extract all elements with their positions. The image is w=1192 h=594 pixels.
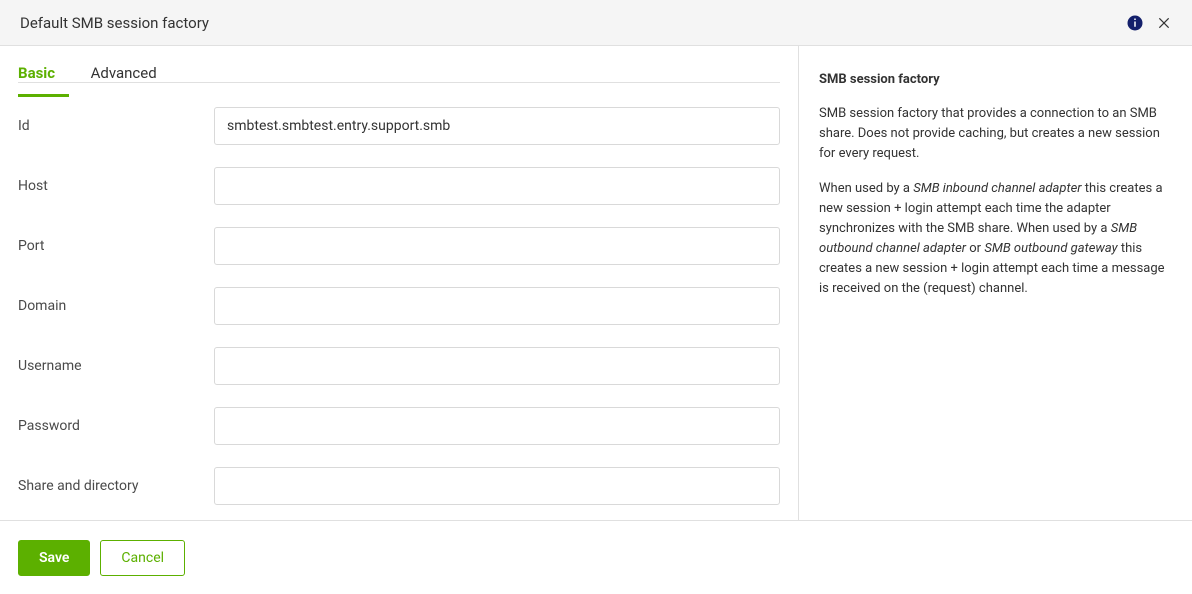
tabs: Basic Advanced — [18, 46, 780, 83]
field-row-host: Host — [18, 167, 780, 205]
dialog-title: Default SMB session factory — [20, 14, 209, 32]
close-icon[interactable] — [1156, 15, 1172, 31]
help-panel: SMB session factory SMB session factory … — [799, 46, 1192, 520]
dialog-header: Default SMB session factory — [0, 0, 1192, 46]
input-username[interactable] — [214, 347, 780, 385]
input-password[interactable] — [214, 407, 780, 445]
form-basic: Id Host Port Domain Username Password — [0, 83, 798, 535]
input-share[interactable] — [214, 467, 780, 505]
save-button[interactable]: Save — [18, 540, 90, 576]
help-paragraph-1: SMB session factory that provides a conn… — [819, 104, 1172, 164]
field-row-username: Username — [18, 347, 780, 385]
main-panel: Basic Advanced Id Host Port Domain Usern… — [0, 46, 799, 520]
field-row-id: Id — [18, 107, 780, 145]
help-text: When used by a — [819, 181, 913, 196]
input-domain[interactable] — [214, 287, 780, 325]
label-domain: Domain — [18, 298, 214, 314]
help-paragraph-2: When used by a SMB inbound channel adapt… — [819, 179, 1172, 300]
field-row-domain: Domain — [18, 287, 780, 325]
header-actions — [1126, 14, 1172, 32]
field-row-port: Port — [18, 227, 780, 265]
label-share: Share and directory — [18, 478, 214, 494]
label-host: Host — [18, 178, 214, 194]
help-text: or — [966, 241, 984, 256]
help-title: SMB session factory — [819, 70, 1172, 90]
label-username: Username — [18, 358, 214, 374]
input-port[interactable] — [214, 227, 780, 265]
dialog-content: Basic Advanced Id Host Port Domain Usern… — [0, 46, 1192, 520]
input-id[interactable] — [214, 107, 780, 145]
field-row-password: Password — [18, 407, 780, 445]
input-host[interactable] — [214, 167, 780, 205]
field-row-share: Share and directory — [18, 467, 780, 505]
label-port: Port — [18, 238, 214, 254]
cancel-button[interactable]: Cancel — [100, 540, 185, 576]
label-password: Password — [18, 418, 214, 434]
tab-advanced[interactable]: Advanced — [91, 52, 171, 96]
tab-basic[interactable]: Basic — [18, 52, 69, 96]
help-em: SMB outbound gateway — [984, 241, 1117, 256]
help-em: SMB inbound channel adapter — [913, 181, 1081, 196]
info-icon[interactable] — [1126, 14, 1144, 32]
label-id: Id — [18, 118, 214, 134]
